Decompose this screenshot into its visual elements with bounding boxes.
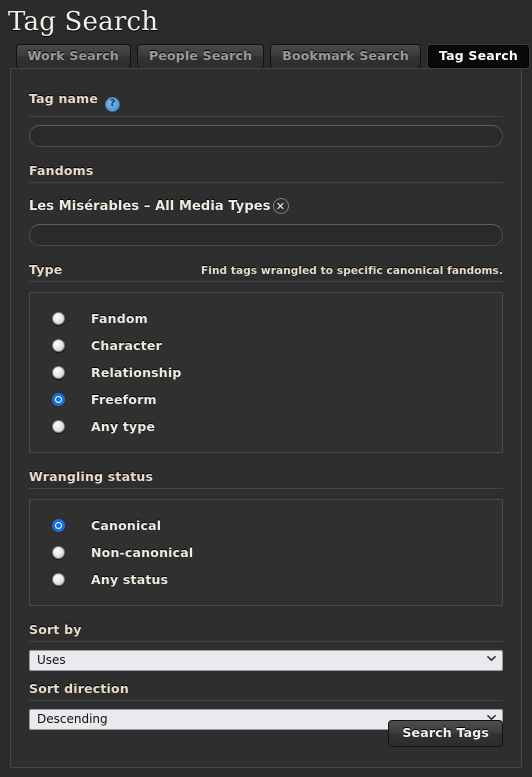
type-radio-group: Fandom Character Relationship Freeform A…	[29, 292, 503, 453]
radio-status-canonical[interactable]: Canonical	[30, 512, 502, 539]
radio-type-relationship[interactable]: Relationship	[30, 359, 502, 386]
radio-status-non-canonical[interactable]: Non-canonical	[30, 539, 502, 566]
sort-by-label: Sort by	[29, 622, 503, 642]
tag-name-input[interactable]	[29, 124, 503, 147]
fandoms-label: Fandoms	[29, 163, 503, 183]
type-legend: Type	[29, 262, 63, 277]
tab-bookmark-search[interactable]: Bookmark Search	[270, 44, 421, 69]
radio-icon	[52, 573, 65, 586]
radio-selected-icon	[52, 519, 65, 532]
radio-type-any[interactable]: Any type	[30, 413, 502, 440]
wrangling-status-legend: Wrangling status	[29, 469, 154, 484]
type-legend-row: Type Find tags wrangled to specific cano…	[29, 262, 503, 282]
radio-type-fandom[interactable]: Fandom	[30, 305, 502, 332]
sort-direction-label: Sort direction	[29, 681, 503, 701]
remove-fandom-icon[interactable]: ✕	[272, 198, 289, 214]
tab-work-search[interactable]: Work Search	[15, 44, 131, 69]
sort-by-select-wrap: Uses	[29, 650, 503, 671]
radio-label: Non-canonical	[91, 545, 194, 560]
page-title: Tag Search	[8, 7, 159, 37]
radio-label: Character	[91, 338, 162, 353]
radio-type-freeform[interactable]: Freeform	[30, 386, 502, 413]
radio-label: Freeform	[91, 392, 157, 407]
type-hint: Find tags wrangled to specific canonical…	[200, 265, 503, 277]
radio-icon	[52, 339, 65, 352]
submit-row: Search Tags	[388, 720, 503, 747]
radio-icon	[52, 312, 65, 325]
wrangling-status-legend-row: Wrangling status	[29, 469, 503, 489]
fandom-token: Les Misérables – All Media Types ✕	[29, 198, 289, 214]
radio-label: Canonical	[91, 518, 162, 533]
radio-selected-icon	[52, 393, 65, 406]
tab-tag-search[interactable]: Tag Search	[426, 44, 530, 69]
fandoms-input[interactable]	[29, 224, 503, 246]
radio-label: Any type	[91, 419, 156, 434]
radio-type-character[interactable]: Character	[30, 332, 502, 359]
tag-name-label-text: Tag name	[29, 91, 99, 106]
question-mark-icon[interactable]: ?	[105, 96, 121, 112]
radio-icon	[52, 420, 65, 433]
wrangling-status-radio-group: Canonical Non-canonical Any status	[29, 499, 503, 606]
tag-search-form-panel: Tag name? Fandoms Les Misérables – All M…	[10, 68, 522, 768]
tab-people-search[interactable]: People Search	[136, 44, 265, 69]
radio-icon	[52, 546, 65, 559]
fandom-token-list: Les Misérables – All Media Types ✕	[29, 191, 503, 225]
radio-label: Relationship	[91, 365, 182, 380]
search-tags-button[interactable]: Search Tags	[388, 720, 503, 747]
radio-status-any[interactable]: Any status	[30, 566, 502, 593]
fandom-token-label: Les Misérables – All Media Types	[29, 198, 271, 214]
radio-label: Fandom	[91, 311, 148, 326]
page-header: Tag Search Work Search People Search Boo…	[0, 0, 532, 72]
radio-icon	[52, 366, 65, 379]
sort-by-select[interactable]: Uses	[29, 650, 503, 671]
tag-name-label: Tag name?	[29, 91, 503, 117]
radio-label: Any status	[91, 572, 169, 587]
search-tab-bar: Work Search People Search Bookmark Searc…	[15, 44, 530, 69]
